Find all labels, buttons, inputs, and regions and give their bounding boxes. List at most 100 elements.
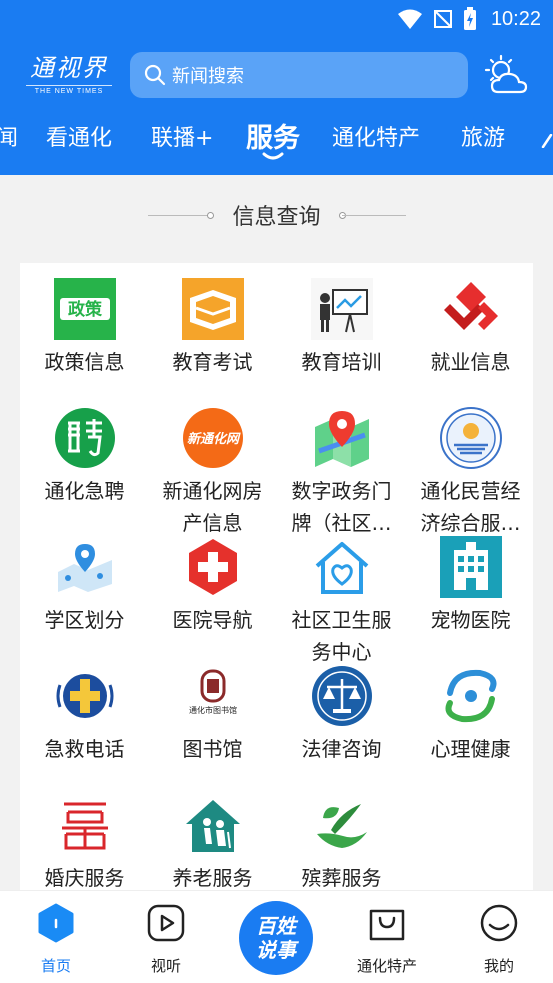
tab-kan-tonghua[interactable]: 看通化 [46, 120, 112, 152]
private-economy-icon [439, 407, 502, 469]
service-label: 宠物医院 [430, 608, 511, 632]
search-icon [144, 64, 166, 86]
service-education-exam[interactable]: 教育考试 [148, 278, 277, 378]
service-label: 图书馆 [182, 737, 243, 761]
status-icons: 10:22 [397, 6, 541, 32]
elderly-care-icon [181, 794, 244, 856]
battery-charging-icon [463, 7, 476, 30]
community-health-icon [310, 536, 373, 598]
service-pet-hospital[interactable]: 宠物医院 [406, 536, 535, 636]
play-icon [147, 904, 185, 942]
service-library[interactable]: 通化市图书馆 图书馆 [148, 665, 277, 765]
wifi-icon [397, 9, 422, 29]
service-funeral[interactable]: 殡葬服务 [277, 794, 406, 894]
library-icon: 通化市图书馆 [181, 665, 244, 727]
logo-title: 通视界 [30, 54, 108, 82]
education-training-icon [310, 278, 373, 340]
baixing-shuoshi-badge: 百姓 说事 [239, 901, 313, 975]
search-placeholder: 新闻搜索 [172, 66, 244, 87]
tab-services[interactable]: 服务 [246, 116, 300, 155]
service-label: 心理健康 [430, 737, 511, 761]
app-logo[interactable]: 通视界 THE NEW TIMES [26, 48, 112, 102]
service-urgent-hiring[interactable]: 通化急聘 [20, 407, 149, 507]
map-pin-icon [314, 411, 369, 467]
app-header: 10:22 通视界 THE NEW TIMES 新闻搜索 闻 看通化 联播+ 服… [0, 0, 553, 175]
tab-lianbo[interactable]: 联播+ [151, 120, 213, 152]
wedding-icon [53, 794, 116, 856]
service-digital-doorplate[interactable]: 数字政务门 牌（社区… [277, 407, 406, 539]
service-employment[interactable]: 就业信息 [406, 278, 535, 378]
nav-me[interactable]: 我的 [449, 903, 549, 976]
tab-specialty[interactable]: 通化特产 [332, 120, 420, 152]
service-label: 学区划分 [44, 608, 125, 632]
title-divider-right [342, 215, 406, 216]
tab-overflow-icon [541, 134, 553, 148]
service-label: 通化急聘 [44, 479, 125, 503]
active-tab-indicator [262, 152, 284, 160]
services-page: 信息查询 政策 政策信息 教育考试 教育培训 就业信息 通化急聘 新通化网 新通… [0, 175, 553, 890]
nav-home[interactable]: 首页 [6, 903, 106, 976]
nav-video-label: 视听 [150, 957, 181, 975]
weather-icon[interactable] [484, 54, 530, 98]
service-label: 法律咨询 [301, 737, 382, 761]
nav-specialty[interactable]: 通化特产 [337, 903, 437, 976]
real-estate-icon: 新通化网 [182, 408, 243, 468]
center-label-line2: 说事 [256, 938, 296, 962]
logo-subtitle: THE NEW TIMES [26, 85, 112, 95]
service-label: 新通化网房 产信息 [162, 479, 263, 535]
services-grid: 政策 政策信息 教育考试 教育培训 就业信息 通化急聘 新通化网 新通化网房 产… [20, 263, 533, 890]
service-mental-health[interactable]: 心理健康 [406, 665, 535, 765]
no-signal-icon [433, 10, 452, 28]
smiley-icon [480, 904, 518, 942]
svg-text:政策: 政策 [68, 299, 103, 320]
service-real-estate[interactable]: 新通化网 新通化网房 产信息 [148, 407, 277, 539]
service-label: 急救电话 [44, 737, 125, 761]
nav-me-label: 我的 [483, 957, 514, 975]
nav-video[interactable]: 视听 [116, 903, 216, 976]
service-label: 社区卫生服 务中心 [291, 608, 392, 664]
search-bar[interactable]: 新闻搜索 [130, 52, 468, 98]
urgent-hiring-icon [54, 408, 115, 468]
service-label: 教育考试 [172, 350, 253, 374]
center-label-line1: 百姓 [256, 914, 296, 938]
service-label: 医院导航 [172, 608, 253, 632]
service-elderly-care[interactable]: 养老服务 [148, 794, 277, 894]
funeral-icon [310, 794, 373, 856]
hospital-icon [181, 536, 244, 598]
education-exam-icon [181, 278, 244, 340]
service-community-health[interactable]: 社区卫生服 务中心 [277, 536, 406, 668]
nav-home-label: 首页 [40, 957, 71, 975]
mental-health-icon [439, 665, 502, 727]
service-emergency[interactable]: 急救电话 [20, 665, 149, 765]
pet-hospital-icon [439, 536, 502, 598]
service-policy[interactable]: 政策 政策信息 [20, 278, 149, 378]
service-school-district[interactable]: 学区划分 [20, 536, 149, 636]
school-district-icon [53, 536, 116, 598]
home-icon [38, 903, 74, 943]
shopping-bag-icon [369, 909, 405, 941]
service-label: 政策信息 [44, 350, 125, 374]
service-label: 教育培训 [301, 350, 382, 374]
nav-specialty-label: 通化特产 [356, 957, 417, 975]
service-label: 通化民营经 济综合服… [420, 479, 521, 535]
service-legal[interactable]: 法律咨询 [277, 665, 406, 765]
bottom-navigation: 首页 视听 百姓 说事 通化特产 我的 [0, 890, 553, 983]
service-wedding[interactable]: 婚庆服务 [20, 794, 149, 894]
tab-travel[interactable]: 旅游 [461, 120, 505, 152]
baixing-shuoshi-button[interactable]: 百姓 说事 [231, 891, 321, 981]
service-label: 数字政务门 牌（社区… [291, 479, 392, 535]
legal-icon [311, 666, 372, 726]
tab-news[interactable]: 闻 [0, 120, 18, 152]
status-time: 10:22 [490, 7, 541, 30]
service-education-training[interactable]: 教育培训 [277, 278, 406, 378]
section-title: 信息查询 [232, 205, 321, 230]
policy-icon: 政策 [53, 278, 116, 340]
service-private-economy[interactable]: 通化民营经 济综合服… [406, 407, 535, 539]
category-tabs: 闻 看通化 联播+ 服务 通化特产 旅游 [0, 108, 553, 168]
svg-text:通化市图书馆: 通化市图书馆 [189, 705, 237, 715]
service-hospital[interactable]: 医院导航 [148, 536, 277, 636]
emergency-icon [53, 665, 116, 727]
service-label: 就业信息 [430, 350, 511, 374]
employment-icon [439, 278, 502, 340]
status-bar: 10:22 [0, 0, 553, 38]
